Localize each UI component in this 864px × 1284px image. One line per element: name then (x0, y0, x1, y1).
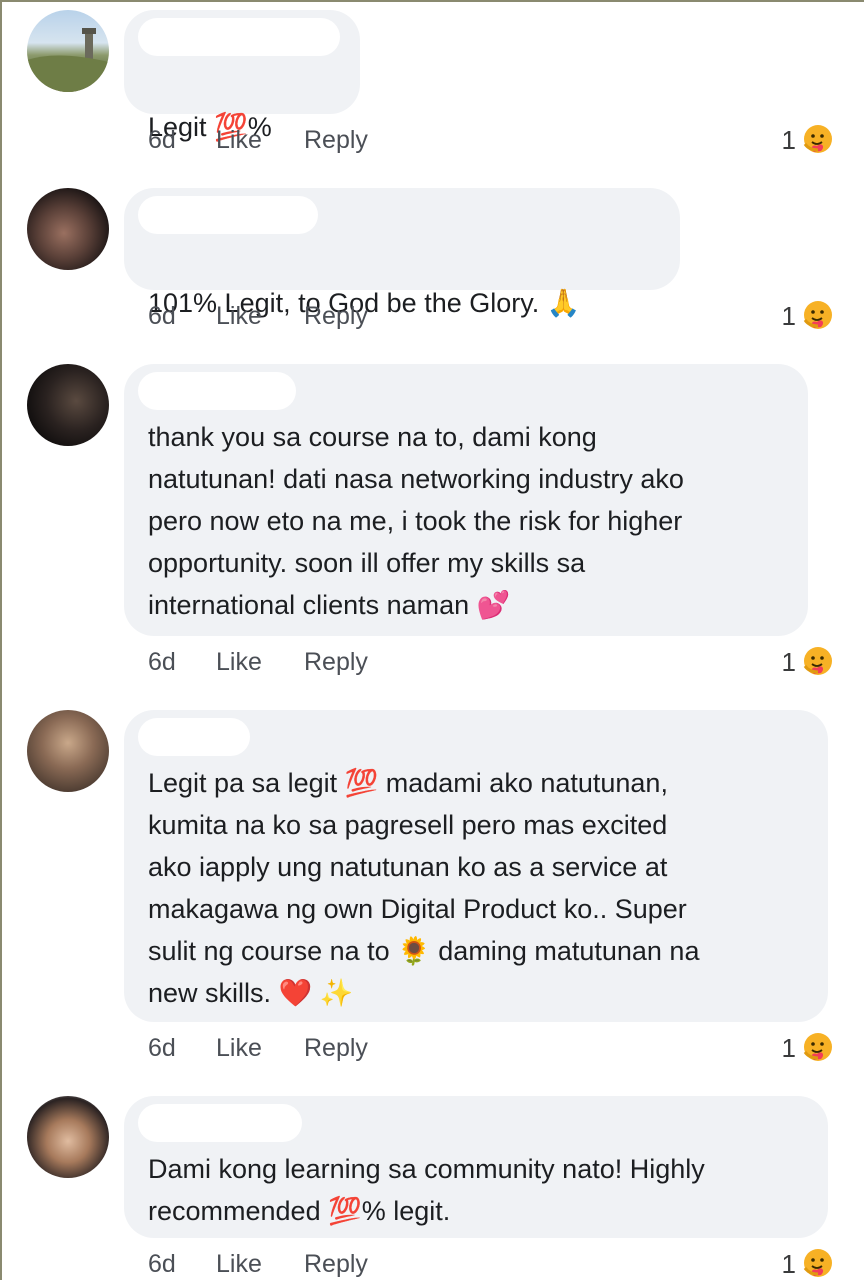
care-reaction-icon (800, 122, 836, 158)
redacted-author-name (138, 718, 250, 756)
comment-actions: 6d Like Reply (148, 644, 368, 680)
reaction-count: 1 (781, 646, 796, 677)
avatar[interactable] (27, 1096, 109, 1178)
comment-bubble: Legit 💯% (124, 10, 360, 142)
sunflower-icon: 🌻 (397, 936, 431, 966)
timestamp[interactable]: 6d (148, 126, 216, 155)
like-button[interactable]: Like (216, 648, 304, 677)
comment-bubble: Dami kong learning sa community nato! Hi… (124, 1096, 828, 1238)
reaction-count: 1 (781, 1032, 796, 1063)
timestamp[interactable]: 6d (148, 1034, 216, 1063)
redacted-author-name (138, 1104, 302, 1142)
comment-actions: 6d Like Reply (148, 1030, 368, 1066)
hundred-points-icon: 💯 (328, 1196, 362, 1226)
like-button[interactable]: Like (216, 302, 304, 331)
avatar-photo-icon (27, 28, 109, 92)
comment-actions: 6d Like Reply (148, 298, 368, 334)
avatar[interactable] (27, 10, 109, 92)
comment-text: Legit pa sa legit 💯 madami ako natutunan… (148, 762, 804, 1014)
like-button[interactable]: Like (216, 1034, 304, 1063)
comment-actions: 6d Like Reply (148, 1246, 368, 1282)
reaction-summary[interactable]: 1 (782, 296, 836, 336)
care-reaction-icon (800, 644, 836, 680)
comment-text: Dami kong learning sa community nato! Hi… (148, 1148, 804, 1232)
reaction-count: 1 (781, 124, 796, 155)
avatar[interactable] (27, 188, 109, 270)
comment-bubble: Legit pa sa legit 💯 madami ako natutunan… (124, 710, 828, 1022)
comment-text: thank you sa course na to, dami kong nat… (148, 416, 784, 626)
red-heart-icon: ❤️ (278, 978, 313, 1008)
care-reaction-icon (800, 1246, 836, 1282)
sparkles-icon: ✨ (319, 978, 354, 1008)
reaction-count: 1 (781, 300, 796, 331)
comment-bubble: thank you sa course na to, dami kong nat… (124, 364, 808, 636)
two-hearts-icon: 💕 (476, 590, 511, 620)
redacted-author-name (138, 18, 340, 56)
timestamp[interactable]: 6d (148, 648, 216, 677)
reply-button[interactable]: Reply (304, 1034, 368, 1063)
avatar[interactable] (27, 364, 109, 446)
reply-button[interactable]: Reply (304, 1250, 368, 1279)
timestamp[interactable]: 6d (148, 1250, 216, 1279)
avatar[interactable] (27, 710, 109, 792)
hundred-points-icon: 💯 (344, 768, 379, 798)
like-button[interactable]: Like (216, 1250, 304, 1279)
redacted-author-name (138, 196, 318, 234)
comment-actions: 6d Like Reply (148, 122, 368, 158)
reaction-summary[interactable]: 1 (782, 642, 836, 682)
redacted-author-name (138, 372, 296, 410)
care-reaction-icon (800, 298, 836, 334)
reaction-summary[interactable]: 1 (782, 1244, 836, 1284)
reaction-summary[interactable]: 1 (782, 120, 836, 160)
care-reaction-icon (800, 1030, 836, 1066)
reply-button[interactable]: Reply (304, 126, 368, 155)
comment-bubble: 101% Legit, to God be the Glory. 🙏 (124, 188, 680, 318)
like-button[interactable]: Like (216, 126, 304, 155)
reply-button[interactable]: Reply (304, 648, 368, 677)
timestamp[interactable]: 6d (148, 302, 216, 331)
reaction-count: 1 (781, 1248, 796, 1279)
folded-hands-icon: 🙏 (546, 288, 581, 318)
reaction-summary[interactable]: 1 (782, 1028, 836, 1068)
reply-button[interactable]: Reply (304, 302, 368, 331)
